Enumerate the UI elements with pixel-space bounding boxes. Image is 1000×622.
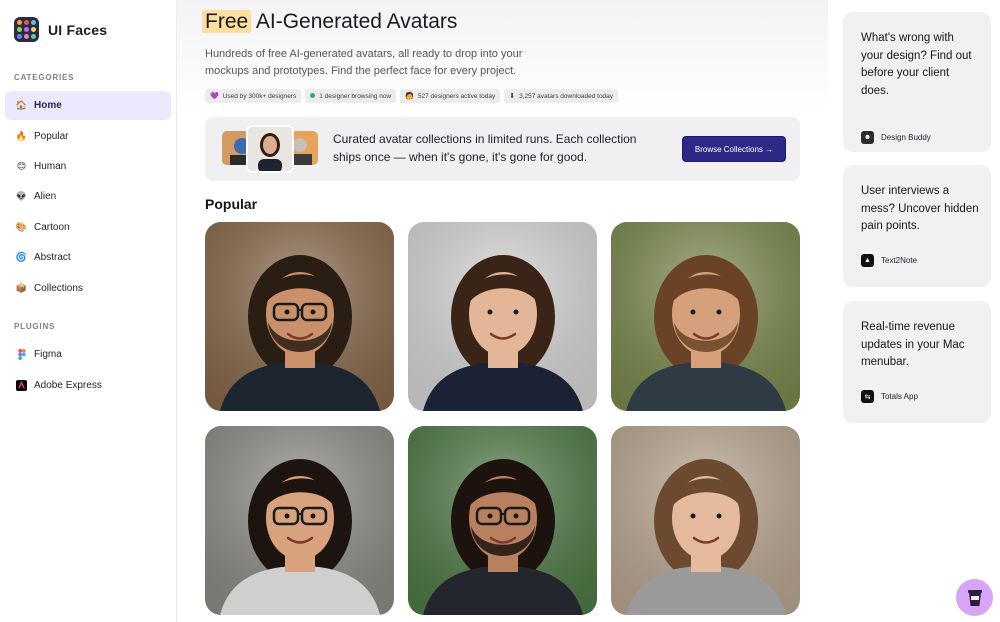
ad-brand-name: Design Buddy: [881, 133, 931, 142]
badge-downloads-today: ⬇ 3,257 avatars downloaded today: [504, 89, 619, 103]
avatar-card[interactable]: [205, 222, 394, 411]
sidebar-item-label: Adobe Express: [34, 380, 102, 391]
avatar-image: [611, 426, 800, 615]
promo-avatar-stack: [222, 125, 318, 173]
sidebar-item-human[interactable]: 😊 Human: [5, 152, 171, 181]
stats-badges: 💜 Used by 300k+ designers 1 designer bro…: [205, 89, 622, 103]
sidebar-item-label: Collections: [34, 283, 83, 294]
avatar-image: [408, 222, 597, 411]
badge-active-today: 🧑 527 designers active today: [400, 89, 501, 103]
avatar-card[interactable]: [205, 426, 394, 615]
sidebar-item-popular[interactable]: 🔥 Popular: [5, 122, 171, 151]
badge-text: 1 designer browsing now: [319, 92, 392, 100]
download-arrow-icon: ⬇: [509, 93, 516, 100]
categories-heading: CATEGORIES: [14, 73, 75, 82]
badge-browsing-now: 1 designer browsing now: [305, 89, 397, 103]
person-icon: 🧑: [405, 93, 414, 100]
app-name: UI Faces: [48, 21, 108, 38]
fire-icon: 🔥: [15, 131, 28, 141]
sidebar-item-adobe-express[interactable]: Adobe Express: [5, 371, 171, 400]
main-content: Free AI-Generated Avatars Hundreds of fr…: [177, 0, 828, 622]
promo-avatar-thumb: [246, 125, 294, 173]
sidebar-item-home[interactable]: 🏠 Home: [5, 91, 171, 120]
collections-promo-banner: Curated avatar collections in limited ru…: [205, 117, 800, 181]
page-title: Free AI-Generated Avatars: [202, 10, 457, 34]
ad-brand: ▲ Text2Note: [861, 254, 917, 267]
page-subtitle: Hundreds of free AI-generated avatars, a…: [205, 48, 523, 77]
ad-brand: ☻ Design Buddy: [861, 131, 931, 144]
ad-text: What's wrong with your design? Find out …: [861, 32, 972, 97]
sidebar-item-label: Abstract: [34, 252, 71, 263]
design-buddy-logo-icon: ☻: [861, 131, 874, 144]
sidebar-item-alien[interactable]: 👽 Alien: [5, 182, 171, 211]
avatar-image: [408, 426, 597, 615]
adobe-express-icon: [15, 379, 28, 392]
sidebar-item-figma[interactable]: Figma: [5, 340, 171, 369]
brand[interactable]: UI Faces: [14, 17, 107, 42]
package-icon: 📦: [15, 283, 28, 293]
sidebar-item-cartoon[interactable]: 🎨 Cartoon: [5, 213, 171, 242]
plugins-heading: PLUGINS: [14, 322, 56, 331]
green-dot-icon: [310, 92, 316, 100]
avatar-image: [205, 222, 394, 411]
ad-card-text2note[interactable]: User interviews a mess? Uncover hidden p…: [843, 165, 991, 287]
sidebar-item-abstract[interactable]: 🌀 Abstract: [5, 243, 171, 272]
popular-section-title: Popular: [205, 196, 258, 212]
avatar-image: [611, 222, 800, 411]
sidebar-item-collections[interactable]: 📦 Collections: [5, 274, 171, 303]
title-rest: AI-Generated Avatars: [251, 10, 458, 33]
text2note-logo-icon: ▲: [861, 254, 874, 267]
badge-text: Used by 300k+ designers: [222, 92, 297, 100]
badge-text: 3,257 avatars downloaded today: [519, 92, 614, 100]
ad-brand-name: Text2Note: [881, 256, 918, 265]
smiley-face-icon: 😊: [16, 161, 27, 171]
figma-icon: [15, 348, 28, 361]
avatar-image: [205, 426, 394, 615]
badge-text: 527 designers active today: [417, 92, 496, 100]
promo-text: Curated avatar collections in limited ru…: [333, 132, 637, 164]
purple-heart-icon: 💜: [210, 93, 219, 100]
ad-text: Real-time revenue updates in your Mac me…: [861, 321, 965, 368]
avatar-card[interactable]: [611, 426, 800, 615]
spiral-icon: 🌀: [15, 252, 28, 262]
sidebar-item-label: Cartoon: [34, 222, 70, 233]
house-with-person-icon: 🏠: [15, 100, 28, 110]
ad-brand-name: Totals App: [881, 392, 918, 401]
sidebar-item-label: Home: [34, 100, 62, 111]
browse-collections-button[interactable]: Browse Collections →: [682, 136, 786, 162]
title-highlight: Free: [202, 10, 252, 33]
ad-brand: ⇆ Totals App: [861, 390, 918, 403]
ad-card-design-buddy[interactable]: What's wrong with your design? Find out …: [843, 12, 991, 152]
app-logo-icon: [14, 17, 39, 42]
sidebar-item-label: Alien: [34, 191, 57, 202]
sidebar-item-label: Human: [34, 161, 67, 172]
totals-app-logo-icon: ⇆: [861, 390, 874, 403]
sidebar-item-label: Figma: [34, 349, 62, 360]
ad-text: User interviews a mess? Uncover hidden p…: [861, 185, 979, 232]
avatar-card[interactable]: [611, 222, 800, 411]
alien-icon: 👽: [15, 191, 28, 201]
buy-me-coffee-button[interactable]: [956, 579, 993, 616]
coffee-cup-icon: [967, 589, 982, 606]
avatar-card[interactable]: [408, 426, 597, 615]
ad-card-totals-app[interactable]: Real-time revenue updates in your Mac me…: [843, 301, 991, 423]
sidebar: UI Faces CATEGORIES 🏠 Home 🔥 Popular 😊 H…: [0, 0, 177, 622]
sidebar-item-label: Popular: [34, 131, 69, 142]
palette-icon: 🎨: [15, 222, 28, 232]
badge-used-by: 💜 Used by 300k+ designers: [205, 89, 302, 103]
avatar-card[interactable]: [408, 222, 597, 411]
